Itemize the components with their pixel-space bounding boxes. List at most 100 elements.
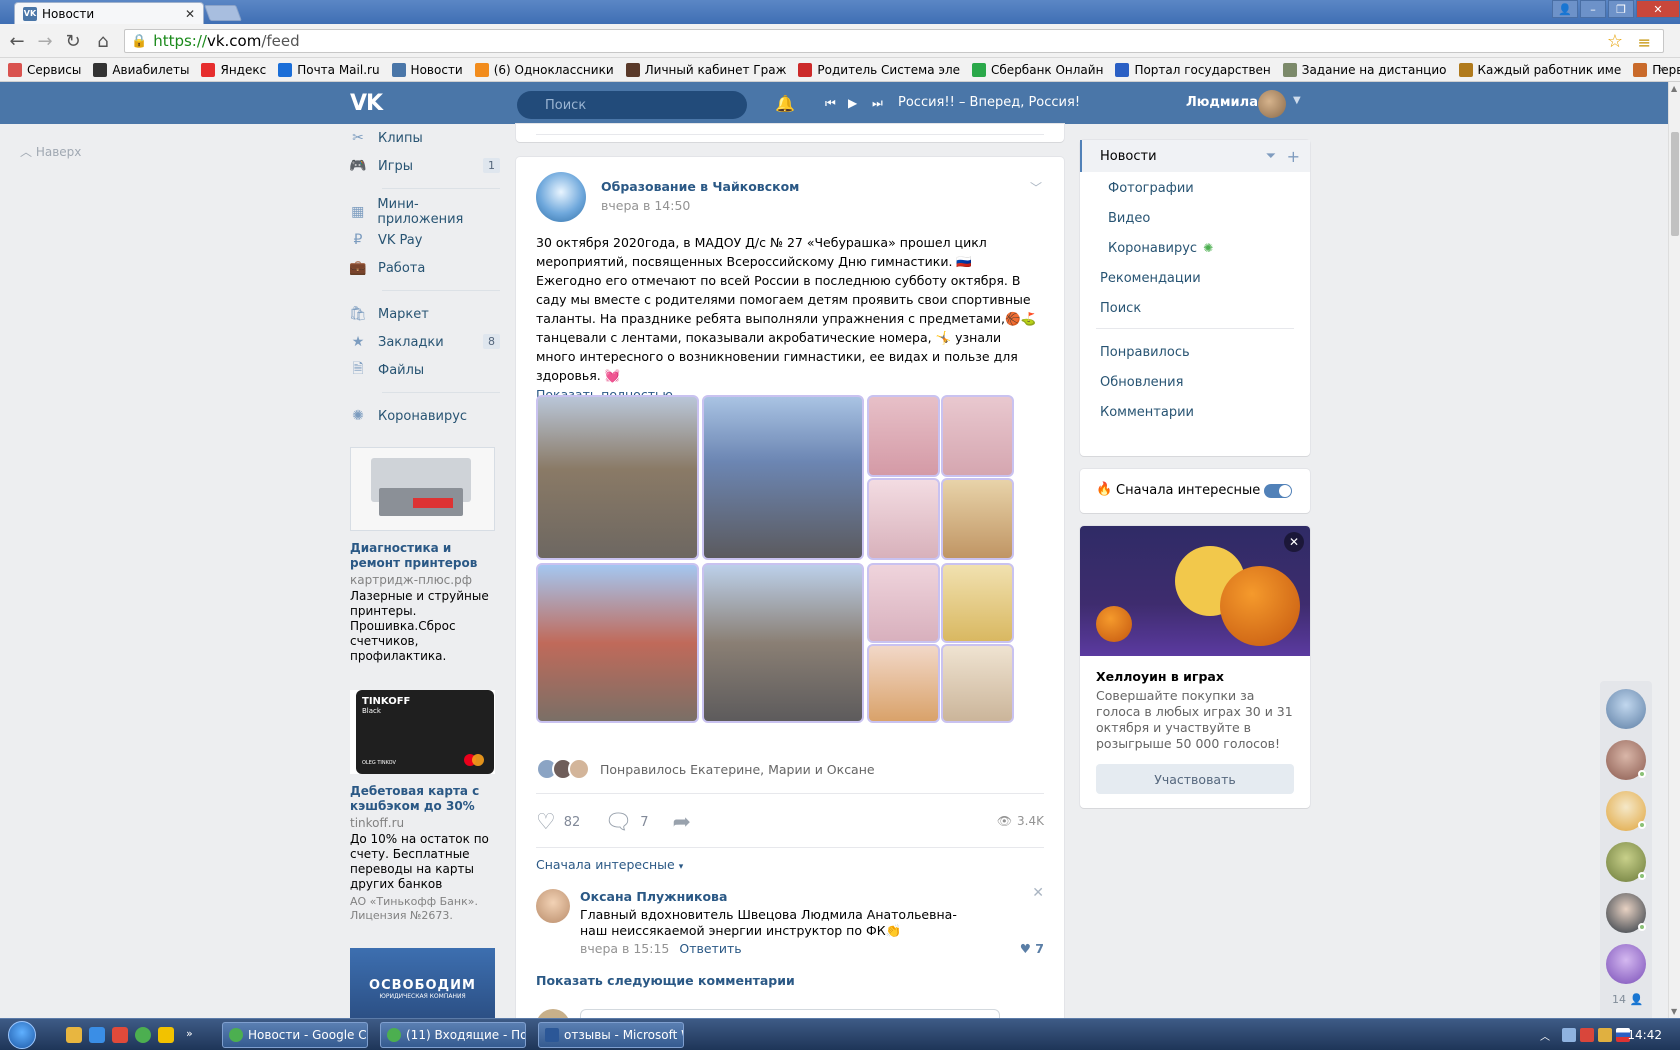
gallery-photo[interactable] (702, 563, 864, 723)
filter-icon[interactable]: ⏷ (1266, 149, 1276, 164)
next-track-icon[interactable]: ⏭ (872, 96, 883, 111)
news-section-5[interactable]: Поиск (1080, 292, 1310, 324)
search-input[interactable]: Поиск (517, 91, 747, 119)
comment-like-button[interactable]: ♥ 7 (1020, 941, 1044, 956)
left-nav-item[interactable]: ₽ VK Pay (350, 226, 500, 254)
bookmarks-overflow-button[interactable]: » (1659, 62, 1666, 76)
back-to-top-link[interactable]: ︿ Наверх (20, 143, 81, 160)
bookmark-item[interactable]: Новости (391, 62, 463, 77)
left-nav-item[interactable]: 🎮 Игры 1 (349, 152, 500, 180)
ad-tinkoff-card[interactable]: TINKOFF Black OLEG TINKOV Дебетовая карт… (350, 690, 497, 923)
participate-button[interactable]: Участвовать (1096, 764, 1294, 794)
share-button[interactable]: ➦ (673, 810, 699, 835)
close-icon[interactable]: ✕ (1284, 532, 1304, 552)
avatar[interactable] (1606, 689, 1646, 729)
vk-logo[interactable]: VK (350, 91, 383, 116)
home-icon[interactable]: ⌂ (92, 30, 114, 52)
start-button[interactable] (8, 1021, 36, 1049)
chrome-icon[interactable] (135, 1027, 151, 1043)
tray-expand-icon[interactable]: ︿ (1540, 1028, 1554, 1043)
gallery-photo[interactable] (941, 395, 1014, 477)
liked-by[interactable]: Понравилось Екатерине, Марии и Оксане (536, 758, 875, 780)
network-icon[interactable] (1562, 1028, 1576, 1042)
bookmark-item[interactable]: Каждый работник име (1458, 62, 1621, 77)
left-nav-item[interactable]: 💼 Работа (349, 254, 500, 282)
antivirus-icon[interactable] (1580, 1028, 1594, 1042)
gallery-photo[interactable] (702, 395, 864, 560)
avatar[interactable] (1606, 944, 1646, 984)
legal-company-ad-image[interactable]: ОСВОБОДИМ ЮРИДИЧЕСКАЯ КОМПАНИЯ (350, 948, 495, 1020)
scroll-down-icon[interactable]: ▼ (1671, 1007, 1677, 1016)
bookmark-item[interactable]: Авиабилеты (93, 62, 189, 77)
like-button[interactable]: ♡ 82 (536, 810, 580, 835)
bookmark-item[interactable]: Задание на дистанцио (1282, 62, 1447, 77)
scrollbar-thumb[interactable] (1671, 132, 1679, 236)
gallery-photo[interactable] (536, 563, 699, 723)
news-section-7[interactable]: Обновления (1080, 366, 1310, 398)
gallery-photo[interactable] (941, 563, 1014, 643)
left-nav-item[interactable]: ✺ Коронавирус (350, 402, 500, 430)
gallery-photo[interactable] (867, 563, 940, 643)
address-bar[interactable]: 🔒 https://vk.com/feed ☆ ≡ (124, 29, 1664, 53)
interesting-first-toggle-card[interactable]: 🔥 Сначала интересные (1080, 469, 1310, 513)
avatar[interactable] (1606, 893, 1646, 933)
gallery-photo[interactable] (867, 395, 940, 477)
chevron-down-icon[interactable]: ▼ (1293, 95, 1301, 106)
browser-tab-active[interactable]: VK Новости ✕ (14, 2, 204, 24)
avatar[interactable] (1606, 740, 1646, 780)
taskbar-clock[interactable]: 14:42 (1627, 1028, 1662, 1042)
minimize-button[interactable]: – (1580, 0, 1606, 18)
comments-sort-dropdown[interactable]: Сначала интересные ▾ (536, 857, 683, 872)
bookmark-item[interactable]: Личный кабинет Граж (625, 62, 786, 77)
forward-arrow-icon[interactable]: → (34, 30, 56, 52)
chrome-menu-icon[interactable]: ≡ (1638, 33, 1651, 52)
plus-icon[interactable]: + (1287, 147, 1300, 166)
taskbar-window-mail[interactable]: (11) Входящие - Поч... (380, 1022, 526, 1048)
reply-link[interactable]: Ответить (679, 941, 741, 956)
news-section-3[interactable]: Коронавирус ✺ (1080, 232, 1310, 264)
current-track[interactable]: Россия!! – Вперед, Россия! (898, 95, 1080, 110)
comment-author[interactable]: Оксана Плужникова (580, 889, 727, 904)
bookmark-item[interactable]: (6) Одноклассники (474, 62, 614, 77)
gallery-photo[interactable] (941, 644, 1014, 723)
comment-button[interactable]: 🗨 7 (604, 810, 648, 835)
app-icon[interactable] (158, 1027, 174, 1043)
avatar[interactable] (536, 889, 570, 923)
news-section-6[interactable]: Понравилось (1080, 336, 1310, 368)
printer-ad-image[interactable] (350, 447, 495, 531)
gallery-photo[interactable] (867, 644, 940, 723)
left-nav-item[interactable]: ✂ Клипы (350, 124, 500, 152)
comment-time[interactable]: вчера в 15:15 (580, 941, 669, 956)
avatar[interactable] (1606, 791, 1646, 831)
ad-title[interactable]: Дебетовая карта с кэшбэком до 30% (350, 784, 497, 814)
user-profile-button[interactable]: 👤 (1552, 0, 1578, 18)
taskbar-window-chrome[interactable]: Новости - Google Chr... (222, 1022, 368, 1048)
play-icon[interactable]: ▶ (848, 96, 857, 110)
maximize-button[interactable]: ❐ (1608, 0, 1634, 18)
new-tab-button[interactable] (204, 5, 242, 21)
bookmark-item[interactable]: Родитель Система эле (798, 62, 960, 77)
interesting-first-toggle[interactable] (1264, 484, 1292, 498)
header-username[interactable]: Людмила (1186, 95, 1258, 110)
left-nav-item[interactable]: 🗎 Файлы (350, 356, 500, 384)
gallery-photo[interactable] (536, 395, 699, 560)
scroll-up-icon[interactable]: ▲ (1671, 84, 1677, 93)
news-section-8[interactable]: Комментарии (1080, 396, 1310, 428)
bookmark-item[interactable]: Первая международна (1633, 62, 1680, 77)
show-next-comments-link[interactable]: Показать следующие комментарии (536, 973, 795, 988)
taskbar-window-word[interactable]: отзывы - Microsoft W... (538, 1022, 684, 1048)
gallery-photo[interactable] (941, 478, 1014, 560)
left-nav-item[interactable]: ★ Закладки 8 (350, 328, 500, 356)
opera-icon[interactable] (112, 1027, 128, 1043)
bookmark-item[interactable]: Сервисы (8, 62, 81, 77)
notification-icon[interactable] (1598, 1028, 1612, 1042)
avatar[interactable] (1258, 90, 1286, 118)
chevron-down-icon[interactable]: ﹀ (1030, 179, 1042, 196)
news-section-0[interactable]: Новости ⏷ + (1080, 140, 1310, 172)
ad-title[interactable]: Диагностика и ремонт принтеров (350, 541, 497, 571)
back-arrow-icon[interactable]: ← (6, 30, 28, 52)
tinkoff-card-image[interactable]: TINKOFF Black OLEG TINKOV (350, 690, 495, 774)
close-window-button[interactable]: ✕ (1636, 0, 1680, 18)
close-icon[interactable]: ✕ (1032, 885, 1044, 901)
page-scrollbar[interactable]: ▲ ▼ (1668, 82, 1680, 1018)
